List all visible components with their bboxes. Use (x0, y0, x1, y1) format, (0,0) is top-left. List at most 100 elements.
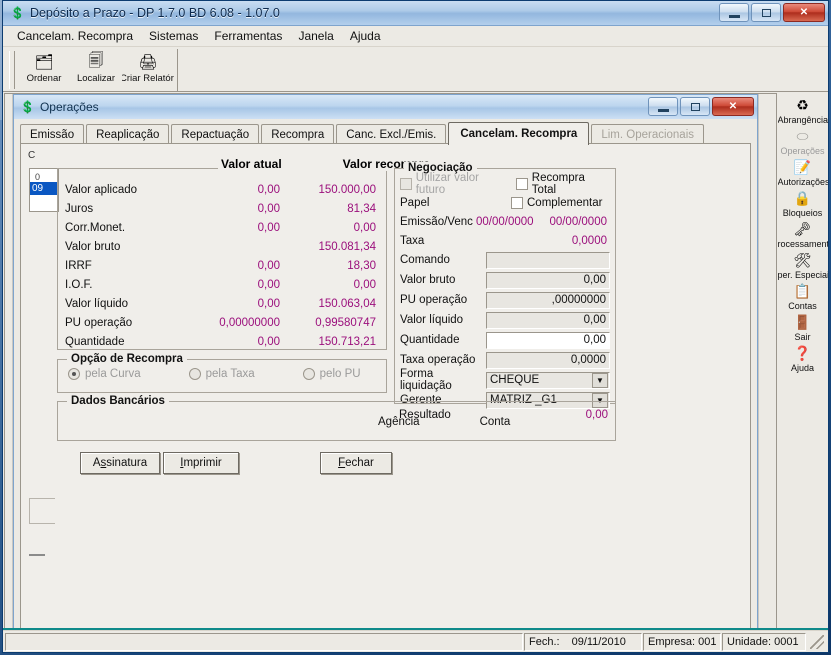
sidebar-label-ajuda: Ajuda (790, 363, 815, 373)
tab-canc-excl-emis[interactable]: Canc. Excl./Emis. (336, 124, 447, 144)
sidebar-item-operacoes: ⬭ Operações (778, 127, 828, 156)
background-grid-rows[interactable]: 0 09 (29, 168, 59, 212)
row-current-quantidade: 0,00 (257, 335, 280, 348)
statusbar: Fech.: 09/11/2010 Empresa: 001 Unidade: … (3, 630, 828, 652)
status-unidade: Unidade: 0001 (727, 635, 799, 648)
operacoes-minimize-button[interactable] (648, 97, 678, 116)
operacoes-close-button[interactable]: ✕ (712, 97, 754, 116)
table-row: Quantidade 0,00 150.713,21 (65, 332, 378, 351)
operacoes-titlebar: 💲 Operações ✕ (14, 95, 757, 119)
tab-cancelam-recompra[interactable]: Cancelam. Recompra (448, 122, 590, 145)
row-current-juros: 0,00 (257, 202, 280, 215)
sidebar-item-bloqueios[interactable]: 🔒 Bloqueios (778, 189, 828, 218)
col-conta: Conta (479, 416, 511, 428)
radio-pela-curva[interactable]: pela Curva (68, 368, 141, 380)
input-valor-liquido[interactable]: 0,00 (486, 311, 610, 329)
background-grid-tail (29, 498, 55, 524)
sidebar-item-ajuda[interactable]: ❓ Ajuda (778, 344, 828, 373)
row-repurchase-corr-monet: 0,00 (353, 221, 376, 234)
imprimir-button[interactable]: Imprimir (163, 452, 239, 474)
radio-pelo-pu[interactable]: pelo PU (302, 368, 361, 380)
input-quantidade[interactable]: 0,00 (486, 331, 610, 349)
operacoes-title: Operações (39, 100, 99, 114)
input-taxa-operacao[interactable]: 0,0000 (486, 351, 610, 369)
tab-recompra[interactable]: Recompra (261, 124, 335, 144)
opcao-recompra-group: Opção de Recompra pela Curva pela Taxa p… (57, 353, 387, 393)
select-forma-liquidacao[interactable]: CHEQUE ▼ (486, 371, 610, 389)
row-label-valor-aplicado: Valor aplicado (65, 183, 138, 196)
menu-item-cancelam-recompra[interactable]: Cancelam. Recompra (9, 27, 141, 45)
label-forma-liquidacao: Forma liquidação (400, 368, 452, 392)
dados-bancarios-group: Dados Bancários Agência Conta (57, 395, 616, 441)
authorize-icon: 📝 (793, 159, 812, 175)
toolbar-button-ordenar[interactable]: 🗂 Ordenar (18, 49, 70, 91)
row-repurchase-quantidade: 150.713,21 (318, 335, 376, 348)
tab-emissao[interactable]: Emissão (20, 124, 85, 144)
label-comando: Comando (400, 254, 450, 266)
row-label-quantidade: Quantidade (65, 335, 125, 348)
menu-item-janela[interactable]: Janela (290, 27, 341, 45)
help-question-icon: ❓ (793, 345, 812, 361)
row-label-irrf: IRRF (65, 259, 92, 272)
value-taxa: 0,0000 (571, 235, 607, 247)
radio-label-pela-curva: pela Curva (85, 368, 141, 380)
sidebar-label-contas: Contas (788, 301, 817, 311)
input-valor-bruto[interactable]: 0,00 (486, 271, 610, 289)
field-row-valor-liquido: Valor líquido 0,00 (400, 310, 610, 330)
radio-pela-taxa[interactable]: pela Taxa (188, 368, 255, 380)
opcao-recompra-legend: Opção de Recompra (67, 353, 187, 365)
sidebar-item-processamento[interactable]: 🗝 rocessament (778, 220, 828, 249)
sidebar-item-contas[interactable]: 📋 Contas (778, 282, 828, 311)
tab-repactuacao[interactable]: Repactuação (171, 124, 260, 144)
operacoes-maximize-button[interactable] (680, 97, 710, 116)
row-label-corr-monet: Corr.Monet. (65, 221, 126, 234)
sidebar-item-sair[interactable]: 🚪 Sair (778, 313, 828, 342)
menu-item-ferramentas[interactable]: Ferramentas (206, 27, 290, 45)
input-pu-operacao[interactable]: ,00000000 (486, 291, 610, 309)
sidebar-item-autorizacoes[interactable]: 📝 Autorizações (778, 158, 828, 187)
value-vencimento: 00/00/0000 (549, 216, 607, 228)
toolbar-button-criar-relatorio[interactable]: 🖨 Criar Relatóri (122, 49, 174, 91)
tab-reaplicacao[interactable]: Reaplicação (86, 124, 170, 144)
status-fech-label: Fech.: (529, 635, 560, 648)
minimize-button[interactable] (719, 3, 749, 22)
background-grid-selected-row[interactable]: 09 (30, 182, 58, 195)
toolbar-grip[interactable] (9, 51, 15, 89)
tab-lim-operacionais: Lim. Operacionais (591, 124, 705, 144)
toolbar-label-localizar: Localizar (76, 73, 116, 84)
negociacao-papel-row: Papel Complementar (400, 193, 610, 213)
status-pane-unidade: Unidade: 0001 (722, 632, 806, 651)
maximize-button[interactable] (751, 3, 781, 22)
menubar: Cancelam. Recompra Sistemas Ferramentas … (3, 26, 828, 47)
row-current-corr-monet: 0,00 (257, 221, 280, 234)
row-label-juros: Juros (65, 202, 94, 215)
input-comando[interactable] (486, 251, 610, 269)
sidebar-item-abrangencia[interactable]: ♻ Abrangência (778, 96, 828, 125)
toolbar-button-localizar[interactable]: 🗐 Localizar (70, 49, 122, 91)
fechar-button[interactable]: Fechar (320, 452, 392, 474)
assinatura-button[interactable]: Assinatura (80, 452, 160, 474)
field-row-quantidade: Quantidade 0,00 (400, 330, 610, 350)
resize-grip-icon[interactable] (810, 634, 824, 649)
field-row-valor-bruto: Valor bruto 0,00 (400, 270, 610, 290)
checkbox-complementar[interactable] (511, 197, 523, 209)
label-emissao-venc: Emissão/Venc (400, 216, 473, 228)
chevron-down-icon[interactable]: ▼ (592, 372, 608, 388)
table-row: IRRF 0,00 18,30 (65, 256, 378, 275)
fechar-button-label: Fechar (338, 457, 374, 469)
row-current-irrf: 0,00 (257, 259, 280, 272)
label-valor-bruto: Valor bruto (400, 274, 456, 286)
close-button[interactable]: ✕ (783, 3, 825, 22)
money-icon: 💲 (10, 6, 25, 20)
field-row-forma-liquidacao: Forma liquidação CHEQUE ▼ (400, 368, 610, 392)
dados-bancarios-legend: Dados Bancários (67, 395, 169, 407)
menu-item-ajuda[interactable]: Ajuda (342, 27, 389, 45)
menu-item-sistemas[interactable]: Sistemas (141, 27, 206, 45)
status-pane-empresa: Empresa: 001 (643, 632, 721, 651)
negociacao-emissao-row: Emissão/Venc 00/00/0000 00/00/0000 (400, 212, 610, 232)
checkbox-recompra-total[interactable] (516, 178, 528, 190)
row-current-valor-aplicado: 0,00 (257, 183, 280, 196)
row-repurchase-juros: 81,34 (347, 202, 376, 215)
table-row: Valor líquido 0,00 150.063,04 (65, 294, 378, 313)
sidebar-item-oper-especiais[interactable]: 🛠 per. Especiai (778, 251, 828, 280)
